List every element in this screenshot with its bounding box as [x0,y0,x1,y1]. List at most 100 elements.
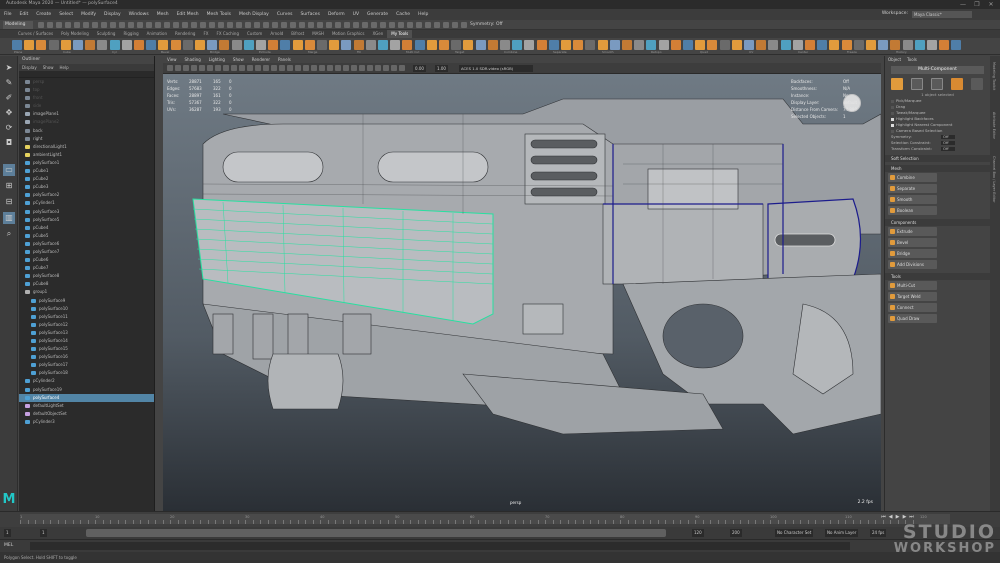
status-line-tool-icon[interactable] [227,22,233,28]
shelf-tool-icon[interactable] [853,40,864,50]
shelf-tool-icon[interactable] [304,40,315,50]
range-slider[interactable]: 1 1 120 200 No Character Set No Anim Lay… [0,527,1000,539]
shelf-tool-icon[interactable] [426,40,437,50]
status-line-tool-icon[interactable] [407,22,413,28]
shelf-tool-icon[interactable] [451,40,462,50]
shelf-tool-icon[interactable] [463,40,474,50]
shelf-tab[interactable]: MASH [308,30,328,38]
lasso-tool-icon[interactable]: ✎ [3,77,15,89]
viewport-tool-icon[interactable] [335,65,341,71]
viewport-tool-icon[interactable] [239,65,245,71]
status-line-tool-icon[interactable] [371,22,377,28]
menu-item[interactable]: Mesh Display [235,12,273,17]
shelf-tool-icon[interactable] [719,40,730,50]
shelf-tool-icon[interactable] [902,40,913,50]
persp-outliner-icon[interactable]: ⊟ [3,196,15,208]
shelf-tool-icon[interactable] [939,40,950,50]
checkbox-checked-icon[interactable] [891,117,894,121]
outliner-item[interactable]: pCube7 [19,264,154,272]
viewport-tool-icon[interactable] [295,65,301,71]
viewport-tool-icon[interactable] [399,65,405,71]
checkbox-unchecked-icon[interactable] [891,105,894,109]
shelf-tool-icon[interactable] [317,40,327,50]
shelf-tool-icon[interactable] [756,40,767,50]
far-clip-field[interactable]: 1.00 [435,65,448,72]
mtk-tool-button[interactable]: Bridge [888,249,937,258]
outliner-item[interactable]: polySurface2 [19,191,154,199]
status-line-tool-icon[interactable] [326,22,332,28]
viewport-tool-icon[interactable] [191,65,197,71]
menu-item[interactable]: Select [55,12,77,17]
viewport-menu-item[interactable]: Show [229,56,248,63]
outliner-item[interactable]: polySurface4 [19,393,154,402]
viewport-tool-icon[interactable] [351,65,357,71]
viewport-menu-item[interactable]: Panels [274,56,295,63]
shelf-tool-icon[interactable] [353,40,364,50]
outliner-item[interactable]: defaultObjectSet [19,410,154,418]
shelf-tool-icon[interactable] [231,40,242,50]
menu-item[interactable]: Display [100,12,125,17]
shelf-tool-icon[interactable] [195,40,205,50]
viewport-tool-icon[interactable] [231,65,237,71]
outliner-menu-display[interactable]: Display [19,64,40,71]
play-icon[interactable]: ▶ [894,514,901,521]
status-line-tool-icon[interactable] [281,22,287,28]
shelf-tool-icon[interactable] [622,40,632,50]
side-tab-attribute-editor[interactable]: Attribute Editor [992,112,996,139]
step-forward-icon[interactable]: ▶ [901,514,908,521]
mtk-tool-button[interactable]: Extrude [888,227,937,236]
shelf-tool-icon[interactable] [512,40,523,50]
time-slider[interactable]: 1 10 20 30 40 50 60 70 80 90 100 110 120 ⏮ ◀ ▶ ▶ ⏭ [0,511,1000,527]
outliner-item[interactable]: back [19,127,154,135]
shelf-tool-icon[interactable] [890,40,901,50]
checkbox-unchecked-icon[interactable] [891,129,894,133]
uv-mode-icon[interactable] [971,78,983,90]
viewport-tool-icon[interactable] [311,65,317,71]
minimize-button[interactable]: — [956,0,970,9]
status-line-tool-icon[interactable] [191,22,197,28]
shelf-tab[interactable]: Sculpting [93,30,120,38]
script-language-label[interactable]: MEL [4,543,13,548]
shelf-tool-icon[interactable] [768,40,779,50]
shelf-tool-icon[interactable] [670,40,681,50]
mtk-tool-button[interactable]: Combine [888,173,937,182]
status-line-tool-icon[interactable] [425,22,431,28]
shelf-tool-icon[interactable] [134,40,144,50]
menu-item[interactable]: File [0,12,16,17]
outliner-item[interactable]: directionalLight1 [19,143,154,151]
viewport-tool-icon[interactable] [175,65,181,71]
paint-select-icon[interactable]: ✐ [3,92,15,104]
shelf-tool-icon[interactable] [439,40,449,50]
mtk-tool-button[interactable]: Separate [888,184,937,193]
workspace-dropdown[interactable]: Maya Classic* [912,11,972,18]
menu-item[interactable]: Deform [324,12,349,17]
shelf-tool-icon[interactable] [219,40,230,50]
menu-item[interactable]: UV [349,12,363,17]
move-tool-icon[interactable]: ✥ [3,107,15,119]
outliner-item[interactable]: polySurface16 [19,353,154,361]
shelf-tab[interactable]: Rigging [119,30,142,38]
shelf-tool-icon[interactable] [402,40,413,50]
shelf-tool-icon[interactable] [658,40,669,50]
viewport-tool-icon[interactable] [183,65,189,71]
shelf-tool-icon[interactable] [500,40,510,50]
face-mode-icon[interactable] [951,78,963,90]
status-line-tool-icon[interactable] [452,22,458,28]
shelf-tool-icon[interactable] [146,40,157,50]
go-end-icon[interactable]: ⏭ [908,514,915,521]
range-inner-start-field[interactable]: 1 [40,529,47,537]
mtk-tool-button[interactable]: Connect [888,303,937,312]
near-clip-field[interactable]: 0.00 [413,65,426,72]
close-button[interactable]: ✕ [984,0,998,9]
status-line-tool-icon[interactable] [335,22,341,28]
shelf-tool-icon[interactable] [780,40,791,50]
search-icon[interactable]: ⌕ [3,228,15,240]
viewport-tool-icon[interactable] [263,65,269,71]
status-line-tool-icon[interactable] [38,22,44,28]
shelf-tab[interactable]: My Tools [387,30,413,38]
shelf-tool-icon[interactable] [158,40,169,50]
mtk-tab-object[interactable]: Object [885,56,904,64]
outliner-item[interactable]: polySurface1 [19,159,154,167]
shelf-tool-icon[interactable] [573,40,584,50]
shelf-tool-icon[interactable] [475,40,486,50]
